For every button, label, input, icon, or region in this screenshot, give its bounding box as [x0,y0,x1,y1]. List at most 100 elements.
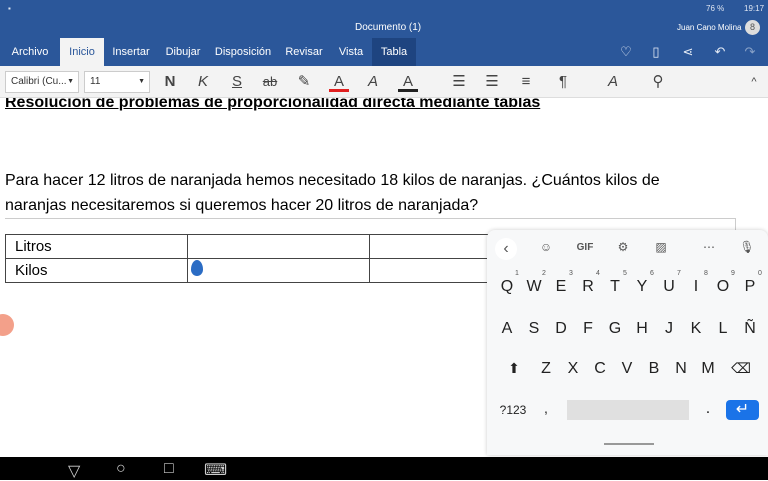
font-family-select[interactable]: Calibri (Cu... ▼ [5,71,79,93]
symbols-key[interactable]: ?123 [495,403,531,417]
key-r[interactable]: R [575,278,601,296]
key-hint: 2 [542,270,546,277]
key-s[interactable]: S [521,320,547,338]
key-t[interactable]: T [602,278,628,296]
tab-tabla[interactable]: Tabla [372,38,416,66]
key-o[interactable]: O [710,278,736,296]
key-q[interactable]: Q [494,278,520,296]
shift-key[interactable]: ⬆ [501,360,527,377]
key-f[interactable]: F [575,320,601,338]
key-y[interactable]: Y [629,278,655,296]
highlight-icon[interactable]: ✎ [294,72,314,92]
align-icon[interactable]: ≡ [516,72,536,92]
key-hint: 9 [731,270,735,277]
key-c[interactable]: C [587,360,613,378]
key-l[interactable]: L [710,320,736,338]
bold-button[interactable]: N [160,72,180,92]
back-icon[interactable]: ‹ [495,238,517,260]
key-g[interactable]: G [602,320,628,338]
key-i[interactable]: I [683,278,709,296]
tab-archivo[interactable]: Archivo [6,38,54,66]
numbered-list-icon[interactable]: ☰ [482,72,502,92]
key-k[interactable]: K [683,320,709,338]
home-icon[interactable]: ○ [116,460,126,478]
lightbulb-icon[interactable]: ♡ [618,44,634,60]
key-ñ[interactable]: Ñ [737,320,763,338]
key-d[interactable]: D [548,320,574,338]
paragraph-icon[interactable]: ¶ [553,72,573,92]
table-cell[interactable] [187,234,370,259]
key-w[interactable]: W [521,278,547,296]
paragraph-line: Para hacer 12 litros de naranjada hemos … [5,172,660,189]
key-j[interactable]: J [656,320,682,338]
key-hint: 0 [758,270,762,277]
keyboard-handle[interactable] [604,443,654,445]
table-cell[interactable]: Litros [5,234,188,259]
on-screen-keyboard: ‹ ☺ GIF ⚙ ▨ ⋯ 🎙 Q1W2E3R4T5Y6U7I8O9P0 ASDF… [487,230,768,455]
pen-icon[interactable] [0,314,14,336]
chevron-down-icon: ▼ [138,78,145,85]
collapse-ribbon-icon[interactable]: ^ [744,72,764,92]
key-v[interactable]: V [614,360,640,378]
text-highlight-color-button[interactable]: A [398,72,418,92]
key-m[interactable]: M [695,360,721,378]
comma-key[interactable]: , [533,400,559,416]
avatar[interactable]: 8 [745,20,760,35]
paragraph-line: naranjas necesitaremos si queremos hacer… [5,197,479,214]
font-size-value: 11 [90,76,101,87]
document-heading: Resolución de problemas de proporcionali… [5,98,541,111]
document-title: Documento (1) [355,22,422,33]
period-key[interactable]: . [695,400,721,418]
tab-inicio[interactable]: Inicio [60,38,104,66]
italic-button[interactable]: K [193,72,213,92]
key-u[interactable]: U [656,278,682,296]
share-icon[interactable]: ⋖ [680,44,696,60]
sticker-icon[interactable]: ☺ [534,240,558,254]
key-p[interactable]: P [737,278,763,296]
font-size-select[interactable]: 11 ▼ [84,71,150,93]
keyboard-icon[interactable]: ⌨ [204,460,227,480]
space-key[interactable] [567,400,689,420]
key-n[interactable]: N [668,360,694,378]
redo-icon[interactable]: ↷ [742,44,758,60]
clear-format-button[interactable]: A [363,72,383,92]
settings-icon[interactable]: ⚙ [611,240,635,254]
key-a[interactable]: A [494,320,520,338]
strikethrough-button[interactable]: ab [260,72,280,92]
key-x[interactable]: X [560,360,586,378]
key-e[interactable]: E [548,278,574,296]
navigation-bar: ▽ ○ □ ⌨ [0,457,768,480]
key-hint: 6 [650,270,654,277]
microphone-icon[interactable]: 🎙 [735,240,759,254]
more-icon[interactable]: ⋯ [697,240,721,254]
key-z[interactable]: Z [533,360,559,378]
key-hint: 5 [623,270,627,277]
key-h[interactable]: H [629,320,655,338]
font-family-value: Calibri (Cu... [11,76,67,87]
tab-dibujar[interactable]: Dibujar [162,38,204,66]
tab-revisar[interactable]: Revisar [282,38,326,66]
search-icon[interactable]: ⚲ [648,72,668,92]
theme-icon[interactable]: ▨ [649,240,673,254]
table-cell[interactable]: Kilos [5,258,188,283]
font-color-button[interactable]: A [329,72,349,92]
back-nav-icon[interactable]: ▽ [68,461,80,481]
underline-button[interactable]: S [227,72,247,92]
tab-vista[interactable]: Vista [334,38,368,66]
backspace-key[interactable]: ⌫ [728,360,754,377]
tab-disposicion[interactable]: Disposición [212,38,274,66]
tab-insertar[interactable]: Insertar [108,38,154,66]
cursor-handle[interactable] [191,260,203,276]
gif-button[interactable]: GIF [573,242,597,253]
table-cell[interactable] [187,258,370,283]
enter-key[interactable]: ↵ [726,400,759,420]
key-hint: 3 [569,270,573,277]
key-b[interactable]: B [641,360,667,378]
toolbar: Calibri (Cu... ▼ 11 ▼ N K S ab ✎ A A A ☰ ☰… [0,66,768,98]
styles-icon[interactable]: A [603,72,623,92]
undo-icon[interactable]: ↶ [712,44,728,60]
bullet-list-icon[interactable]: ☰ [449,72,469,92]
reading-view-icon[interactable]: ▯ [648,44,664,60]
recents-icon[interactable]: □ [164,460,174,478]
user-name[interactable]: Juan Cano Molina [677,23,741,32]
